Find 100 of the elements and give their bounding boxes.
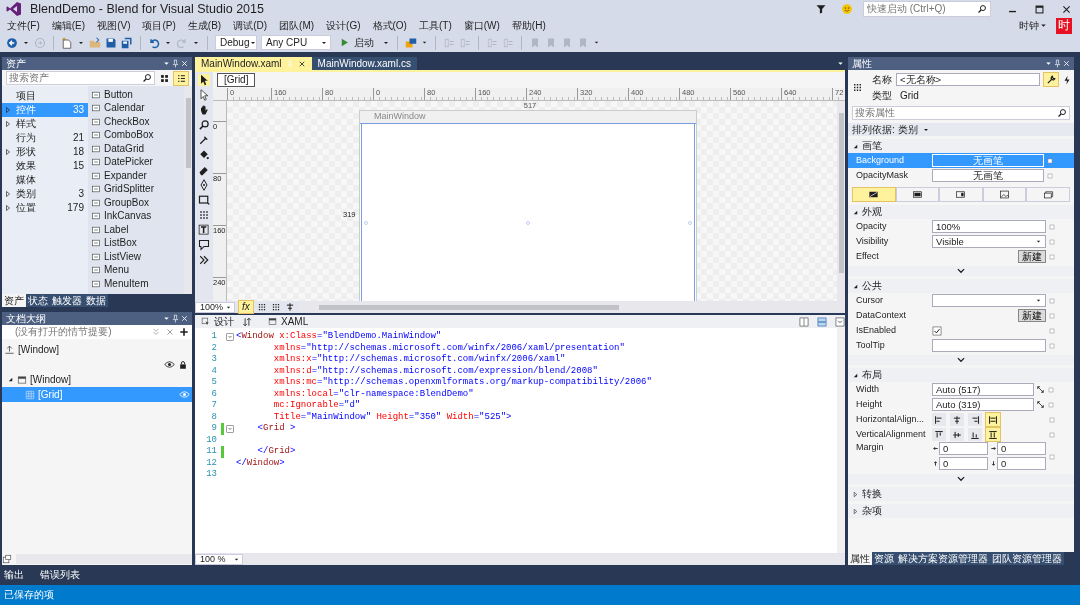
quick-launch-field[interactable]: 快速启动 (Ctrl+Q) <box>863 1 991 17</box>
scrollbar[interactable] <box>16 554 192 564</box>
pin-icon[interactable] <box>171 59 180 68</box>
hand-icon[interactable] <box>198 104 210 116</box>
alignment-button[interactable] <box>968 413 982 426</box>
close-icon[interactable] <box>180 59 189 68</box>
category-item[interactable]: 项目 <box>2 89 88 103</box>
panel-tab[interactable]: 资源 <box>872 552 896 565</box>
smiley-icon[interactable] <box>841 3 853 15</box>
eraser-icon[interactable] <box>198 164 210 176</box>
configuration-dropdown[interactable]: Debug <box>215 35 257 50</box>
control-item[interactable]: GroupBox <box>104 196 150 209</box>
control-item[interactable]: Expander <box>104 169 147 182</box>
caret-icon[interactable] <box>1044 59 1053 68</box>
grid-icon[interactable] <box>270 302 281 312</box>
panel-tab[interactable]: 状态 <box>26 294 50 307</box>
alignment-button[interactable] <box>950 413 964 426</box>
scroll-thumb[interactable] <box>185 98 191 168</box>
main-menu-entry[interactable]: 格式(O) <box>366 19 413 32</box>
scroll-thumb[interactable] <box>318 304 619 310</box>
swap-icon[interactable] <box>242 316 252 327</box>
list-view-icon[interactable] <box>175 72 187 84</box>
control-item[interactable]: DatePicker <box>104 156 153 169</box>
main-menu-entry[interactable]: 工具(T) <box>412 19 458 32</box>
control-item[interactable]: DataGrid <box>104 142 144 155</box>
document-tab[interactable]: MainWindow.xaml.cs <box>311 57 417 70</box>
section-header[interactable]: 外观 <box>862 206 882 218</box>
search-field[interactable]: 搜索资产 <box>9 72 142 84</box>
document-tab[interactable]: MainWindow.xaml <box>195 57 312 70</box>
rectangle-icon[interactable] <box>198 194 210 206</box>
panel-tab[interactable]: 解决方案资源管理器 <box>896 552 990 565</box>
avatar[interactable]: 时 <box>1056 17 1072 34</box>
alignment-button[interactable] <box>986 413 1000 426</box>
main-menu-entry[interactable]: 编辑(E) <box>45 19 92 32</box>
undo-icon[interactable] <box>148 36 160 49</box>
resize-handle-icon[interactable] <box>524 219 532 227</box>
paint-bucket-icon[interactable] <box>198 149 210 161</box>
back-icon[interactable] <box>6 36 18 49</box>
pointer-icon[interactable] <box>198 89 210 101</box>
breadcrumb[interactable]: [Grid] <box>217 73 256 87</box>
category-item[interactable]: 类别 3 <box>2 187 88 201</box>
control-item[interactable]: ListView <box>104 250 142 263</box>
wrench-icon[interactable] <box>1046 74 1056 85</box>
grid-icon[interactable] <box>256 302 267 312</box>
control-item[interactable]: Label <box>104 223 129 236</box>
alignment-button[interactable] <box>950 428 964 441</box>
view-tab[interactable]: 设计 <box>201 315 234 328</box>
category-item[interactable]: 形状 18 <box>2 145 88 159</box>
save-all-icon[interactable] <box>121 36 133 49</box>
start-button[interactable]: 启动 <box>335 36 378 49</box>
auto-size-icon[interactable] <box>1036 400 1045 409</box>
search-box[interactable]: 搜索资产 <box>6 71 155 85</box>
output-tab[interactable]: 输出 <box>4 569 24 581</box>
control-item[interactable]: Menu <box>104 264 129 277</box>
category-item[interactable]: 行为 21 <box>2 131 88 145</box>
open-folder-icon[interactable] <box>89 36 101 49</box>
eye-icon[interactable] <box>164 359 175 370</box>
view-tab[interactable]: XAML <box>268 315 309 328</box>
pin-icon[interactable] <box>1053 59 1062 68</box>
tree-item[interactable]: [Window] <box>2 372 192 387</box>
caret-icon[interactable] <box>593 39 600 46</box>
text-box-icon[interactable] <box>198 224 210 236</box>
main-menu-entry[interactable]: 项目(P) <box>136 19 182 32</box>
main-menu-entry[interactable]: 团队(M) <box>273 19 321 32</box>
control-item[interactable]: CheckBox <box>104 115 150 128</box>
account-name[interactable]: 时钟 <box>1019 19 1039 32</box>
name-field[interactable]: <无名称> <box>896 73 1040 86</box>
text-field[interactable]: Auto (517) <box>932 383 1034 396</box>
zoom-dropdown[interactable]: 100% <box>195 301 235 313</box>
fold-icon[interactable] <box>226 332 234 341</box>
pin-icon[interactable] <box>171 314 180 323</box>
zoom-dropdown[interactable]: 100 % <box>195 553 243 565</box>
grid-view-icon[interactable] <box>159 72 170 84</box>
resize-handle-icon[interactable] <box>362 219 370 227</box>
window-stack-icon[interactable] <box>2 554 12 564</box>
zoom-icon[interactable] <box>198 119 210 131</box>
scrollbar[interactable] <box>837 101 845 301</box>
close-icon[interactable] <box>1062 59 1071 68</box>
brush-tab[interactable] <box>895 187 940 202</box>
section-header[interactable]: 画笔 <box>862 140 882 152</box>
category-item[interactable]: 位置 179 <box>2 201 88 215</box>
text-field[interactable] <box>932 339 1046 352</box>
pointer-icon[interactable] <box>198 74 210 86</box>
platform-dropdown[interactable]: Any CPU <box>261 35 331 50</box>
category-item[interactable]: 媒体 <box>2 173 88 187</box>
control-item[interactable]: MenuItem <box>104 277 149 290</box>
panel-tab[interactable]: 数据 <box>84 294 108 307</box>
text-field[interactable]: 0 <box>997 442 1046 455</box>
scope-up-icon[interactable] <box>4 344 15 355</box>
section-header[interactable]: 杂项 <box>862 505 882 517</box>
lock-icon[interactable] <box>178 359 188 370</box>
scrollbar[interactable] <box>243 554 845 564</box>
close-icon[interactable] <box>180 314 189 323</box>
effects-toggle[interactable]: fx <box>239 301 253 313</box>
brush-tab[interactable] <box>852 187 896 202</box>
search-field[interactable]: 搜索属性 <box>855 107 1057 119</box>
lightning-icon[interactable] <box>1062 74 1072 85</box>
main-menu-entry[interactable]: 设计(G) <box>320 19 367 32</box>
text-field[interactable]: 0 <box>939 457 988 470</box>
collapse-icon[interactable] <box>835 316 845 327</box>
